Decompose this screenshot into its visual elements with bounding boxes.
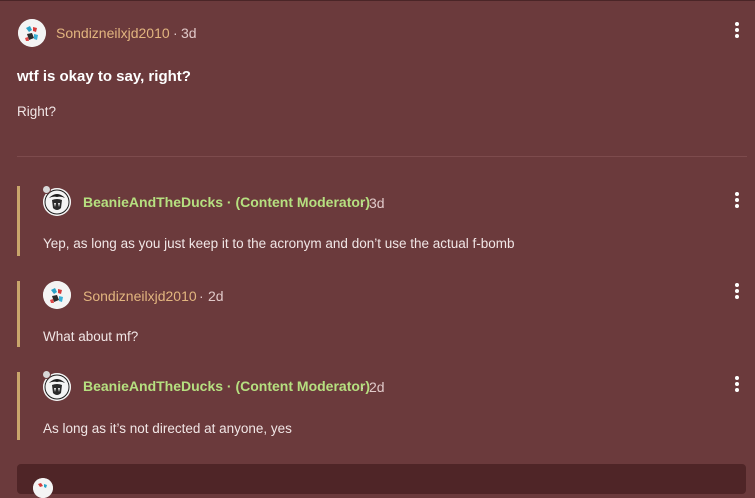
thread-line [17, 372, 20, 440]
thread-line [17, 281, 20, 347]
more-vertical-icon[interactable] [730, 190, 744, 210]
more-vertical-icon[interactable] [730, 281, 744, 301]
comment-body: Yep, as long as you just keep it to the … [43, 236, 515, 251]
online-status-icon [42, 185, 51, 194]
post-age: 3d [181, 25, 197, 41]
post-author-name[interactable]: Sondizneilxjd2010 [56, 25, 170, 41]
thread-line [17, 186, 20, 256]
top-border [0, 0, 755, 1]
comment-age: 2d [208, 288, 224, 304]
separator-dot: · [173, 25, 178, 41]
current-user-avatar [33, 478, 53, 498]
reply-composer[interactable] [17, 464, 746, 498]
comment-body: What about mf? [43, 329, 139, 344]
comment-age: 2d [369, 379, 385, 395]
comment-age: 3d [369, 195, 385, 211]
commenter-name[interactable]: BeanieAndTheDucks · (Content Moderator) [83, 194, 370, 210]
commenter-name[interactable]: Sondizneilxjd2010 [83, 288, 197, 304]
post-header: Sondizneilxjd2010 · 3d [17, 18, 755, 48]
more-vertical-icon[interactable] [730, 20, 744, 40]
separator-dot: · [360, 195, 365, 211]
more-vertical-icon[interactable] [730, 374, 744, 394]
author-avatar[interactable] [18, 19, 46, 47]
separator-dot: · [199, 288, 204, 304]
post-title: wtf is okay to say, right? [17, 68, 191, 85]
comment-body: As long as it’s not directed at anyone, … [43, 421, 292, 436]
post-body: Right? [17, 104, 57, 119]
separator-dot: · [360, 379, 365, 395]
online-status-icon [42, 370, 51, 379]
commenter-avatar[interactable] [43, 281, 71, 309]
commenter-name[interactable]: BeanieAndTheDucks · (Content Moderator) [83, 378, 370, 394]
post-divider [17, 156, 747, 157]
